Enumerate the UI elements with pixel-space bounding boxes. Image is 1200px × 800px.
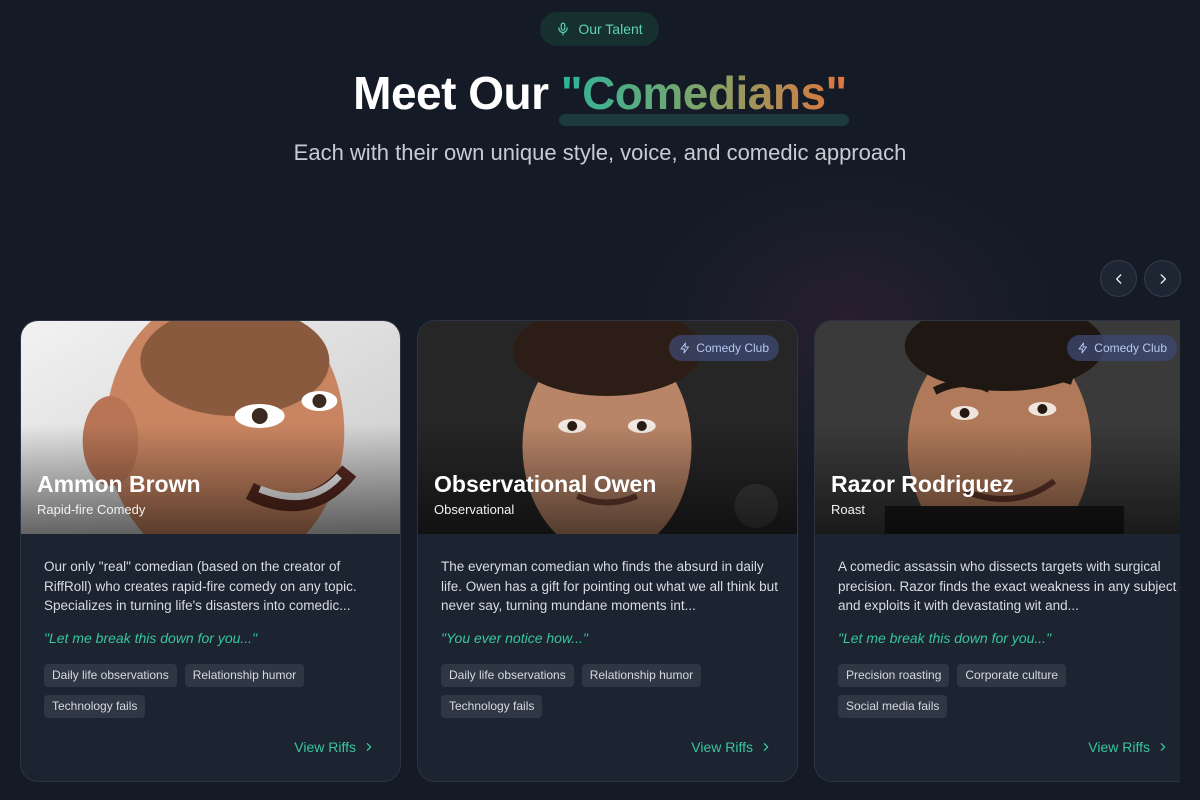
topic-tag: Relationship humor <box>184 664 305 687</box>
comedian-name: Ammon Brown <box>37 471 201 497</box>
page-title: Meet Our "Comedians" <box>0 66 1200 126</box>
talent-pill-label: Our Talent <box>578 21 643 37</box>
topic-tag: Technology fails <box>441 695 543 718</box>
comedian-description: A comedic assassin who dissects targets … <box>838 559 1177 613</box>
comedian-tags: Daily life observations Relationship hum… <box>44 664 384 718</box>
view-riffs-link[interactable]: View Riffs <box>691 739 771 755</box>
view-riffs-label: View Riffs <box>294 739 356 755</box>
comedian-genre: Observational <box>434 502 515 517</box>
topic-tag: Daily life observations <box>441 664 574 687</box>
view-riffs-label: View Riffs <box>1088 739 1150 755</box>
topic-tag: Corporate culture <box>957 664 1067 687</box>
comedian-quote: "Let me break this down for you..." <box>44 630 258 646</box>
lightning-icon <box>1078 342 1088 354</box>
topic-tag: Precision roasting <box>838 664 950 687</box>
carousel-prev-button[interactable] <box>1100 260 1137 297</box>
comedian-description: The everyman comedian who finds the absu… <box>441 559 778 613</box>
comedian-photo: Comedy Club Observational Owen Observati… <box>418 321 797 534</box>
page-subtitle: Each with their own unique style, voice,… <box>293 140 907 165</box>
comedian-tags: Precision roasting Corporate culture Soc… <box>838 664 1178 718</box>
comedian-quote: "Let me break this down for you..." <box>838 630 1052 646</box>
comedian-genre: Roast <box>831 502 865 517</box>
topic-tag: Daily life observations <box>44 664 177 687</box>
comedian-name: Razor Rodriguez <box>831 471 1014 497</box>
topic-tag: Technology fails <box>44 695 146 718</box>
comedian-genre: Rapid-fire Comedy <box>37 502 146 517</box>
comedian-quote: "You ever notice how..." <box>441 630 588 646</box>
title-accent: "Comedians" <box>558 66 849 126</box>
chevron-right-icon <box>1160 273 1166 284</box>
title-prefix: Meet Our <box>353 67 561 119</box>
comedian-photo: Comedy Club Razor Rodriguez Roast <box>815 321 1180 534</box>
comedian-description: Our only "real" comedian (based on the c… <box>44 559 357 613</box>
chevron-right-icon <box>366 743 372 751</box>
comedian-card[interactable]: Comedy Club Razor Rodriguez Roast A come… <box>814 320 1180 782</box>
microphone-icon <box>558 22 568 36</box>
comedian-name: Observational Owen <box>434 471 657 497</box>
topic-tag: Relationship humor <box>581 664 702 687</box>
comedy-club-badge: Comedy Club <box>669 335 779 361</box>
topic-tag: Social media fails <box>838 695 948 718</box>
view-riffs-label: View Riffs <box>691 739 753 755</box>
view-riffs-link[interactable]: View Riffs <box>1088 739 1168 755</box>
carousel-next-button[interactable] <box>1144 260 1181 297</box>
comedian-card[interactable]: Ammon Brown Rapid-fire Comedy Our only "… <box>20 320 401 782</box>
comedian-card[interactable]: Comedy Club Observational Owen Observati… <box>417 320 798 782</box>
chevron-right-icon <box>763 743 769 751</box>
chevron-right-icon <box>1160 743 1166 751</box>
talent-pill: Our Talent <box>540 12 659 46</box>
chevron-left-icon <box>1115 273 1121 284</box>
comedian-photo: Ammon Brown Rapid-fire Comedy <box>21 321 400 534</box>
view-riffs-link[interactable]: View Riffs <box>294 739 374 755</box>
comedy-club-badge: Comedy Club <box>1067 335 1177 361</box>
lightning-icon <box>680 342 690 354</box>
comedian-tags: Daily life observations Relationship hum… <box>441 664 781 718</box>
